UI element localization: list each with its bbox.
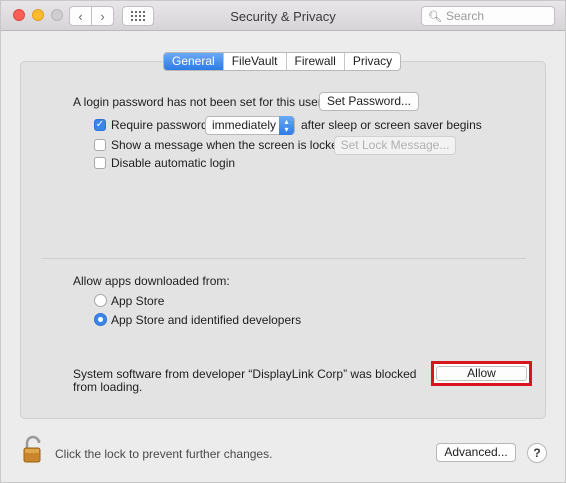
lock-icon[interactable] (23, 435, 43, 463)
require-password-checkbox[interactable]: ✓ (94, 119, 106, 131)
blocked-notice-line1: System software from developer “DisplayL… (73, 367, 417, 381)
tab-firewall[interactable]: Firewall (287, 53, 345, 70)
title-bar: ‹ › Security & Privacy 🔍︎ Search (1, 1, 565, 31)
search-placeholder: Search (445, 9, 484, 23)
tab-filevault[interactable]: FileVault (224, 53, 287, 70)
radio-identified-developers-label: App Store and identified developers (111, 313, 302, 327)
show-message-checkbox[interactable] (94, 139, 106, 151)
search-field[interactable]: 🔍︎ Search (421, 6, 555, 26)
back-button[interactable]: ‹ (69, 6, 92, 26)
help-button[interactable]: ? (527, 443, 547, 463)
chevron-left-icon: ‹ (78, 8, 83, 24)
tab-privacy[interactable]: Privacy (345, 53, 400, 70)
minimize-button[interactable] (32, 9, 44, 21)
login-password-text: A login password has not been set for th… (73, 95, 322, 109)
chevron-right-icon: › (100, 8, 105, 24)
security-privacy-window: ‹ › Security & Privacy 🔍︎ Search General… (0, 0, 566, 483)
disable-auto-login-checkbox[interactable] (94, 157, 106, 169)
set-password-button[interactable]: Set Password... (319, 92, 419, 111)
require-password-label: Require password (111, 118, 208, 132)
tab-general[interactable]: General (164, 53, 224, 70)
show-all-button[interactable] (122, 6, 154, 26)
tab-bar: General FileVault Firewall Privacy (163, 52, 402, 71)
radio-app-store[interactable] (94, 294, 107, 307)
advanced-button[interactable]: Advanced... (436, 443, 516, 462)
radio-app-store-label: App Store (111, 294, 165, 308)
set-lock-message-button[interactable]: Set Lock Message... (334, 136, 456, 155)
zoom-button[interactable] (51, 9, 63, 21)
window-title: Security & Privacy (230, 9, 336, 24)
allow-apps-heading: Allow apps downloaded from: (73, 274, 230, 288)
radio-identified-developers[interactable] (94, 313, 107, 326)
require-password-suffix: after sleep or screen saver begins (301, 118, 482, 132)
blocked-notice-line2: from loading. (73, 380, 143, 394)
search-icon: 🔍︎ (428, 10, 442, 23)
grid-icon (131, 11, 145, 21)
section-divider (41, 258, 526, 259)
allow-button[interactable]: Allow (436, 366, 527, 381)
close-button[interactable] (13, 9, 25, 21)
show-message-label: Show a message when the screen is locked (111, 138, 345, 152)
lock-text: Click the lock to prevent further change… (55, 447, 273, 461)
allow-highlight-box: Allow (431, 361, 532, 386)
stepper-arrows-icon: ▴ ▾ (279, 116, 294, 135)
require-password-delay-value: immediately (212, 118, 277, 132)
forward-button[interactable]: › (91, 6, 114, 26)
disable-auto-login-label: Disable automatic login (111, 156, 236, 170)
require-password-delay-select[interactable]: immediately ▴ ▾ (205, 116, 295, 135)
